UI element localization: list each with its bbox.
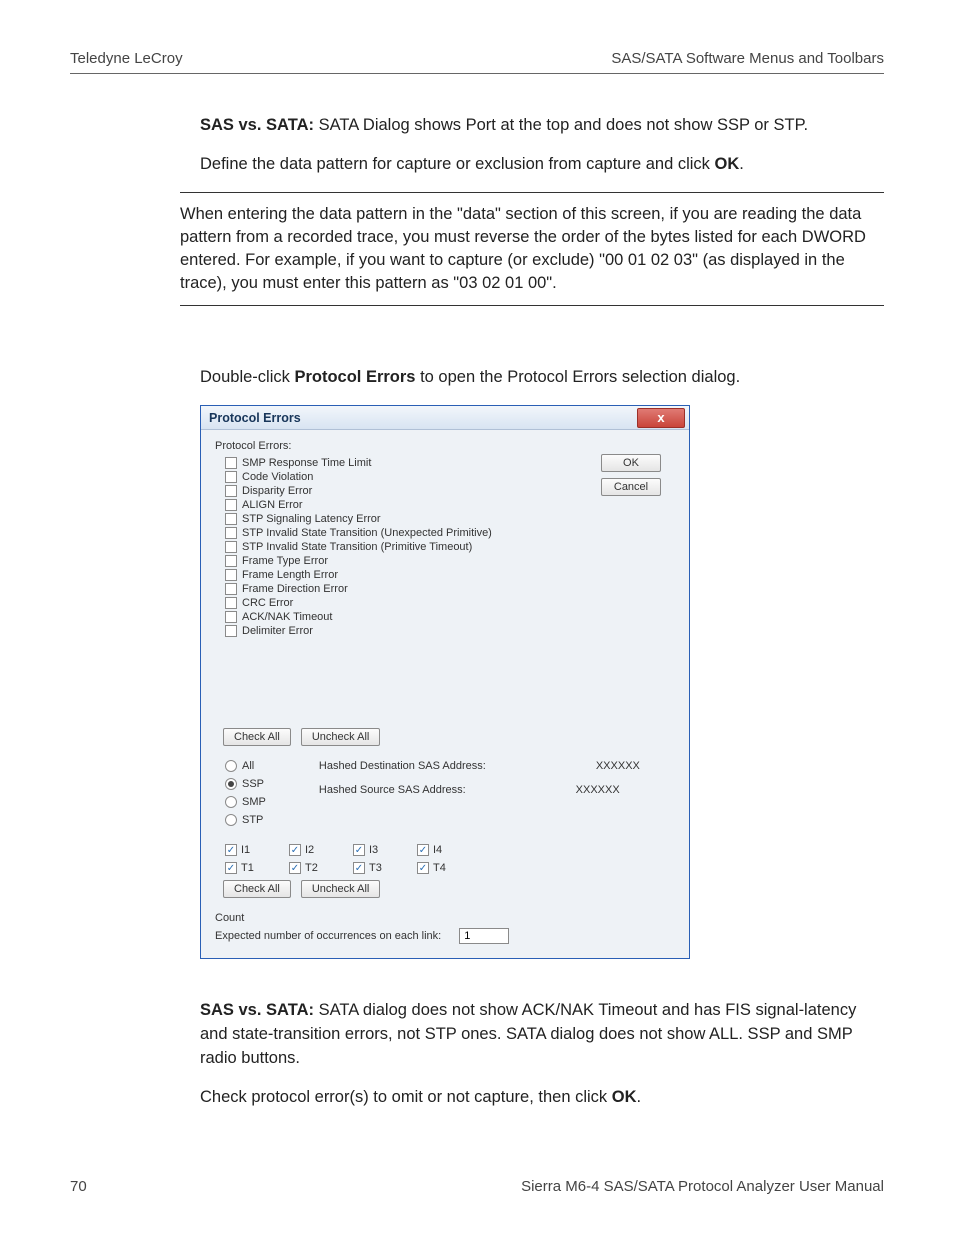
radio-all[interactable] bbox=[225, 760, 237, 772]
error-item: ACK/NAK Timeout bbox=[242, 611, 332, 623]
checkbox[interactable] bbox=[225, 457, 237, 469]
radio-ssp[interactable] bbox=[225, 778, 237, 790]
text: . bbox=[739, 155, 744, 173]
radio-stp[interactable] bbox=[225, 814, 237, 826]
error-item: STP Invalid State Transition (Unexpected… bbox=[242, 527, 492, 539]
footer-title: Sierra M6-4 SAS/SATA Protocol Analyzer U… bbox=[521, 1178, 884, 1195]
checkbox[interactable] bbox=[225, 597, 237, 609]
bold-ok: OK bbox=[612, 1088, 637, 1106]
text: . bbox=[637, 1088, 642, 1106]
checkbox[interactable] bbox=[225, 527, 237, 539]
paragraph-define-pattern: Define the data pattern for capture or e… bbox=[200, 153, 884, 177]
text: Define the data pattern for capture or e… bbox=[200, 155, 715, 173]
ok-button[interactable]: OK bbox=[601, 454, 661, 472]
dialog-titlebar: Protocol Errors x bbox=[201, 406, 689, 430]
count-line-label: Expected number of occurrences on each l… bbox=[215, 930, 441, 942]
count-input[interactable] bbox=[459, 928, 509, 944]
header-left: Teledyne LeCroy bbox=[70, 50, 183, 67]
error-item: Frame Length Error bbox=[242, 569, 338, 581]
radio-label: STP bbox=[242, 814, 263, 826]
checkbox[interactable] bbox=[225, 499, 237, 511]
radio-label: SMP bbox=[242, 796, 266, 808]
radio-label: All bbox=[242, 760, 254, 772]
note-text: When entering the data pattern in the "d… bbox=[180, 203, 884, 295]
page-number: 70 bbox=[70, 1178, 87, 1195]
header-right: SAS/SATA Software Menus and Toolbars bbox=[611, 50, 884, 67]
dialog-title-text: Protocol Errors bbox=[209, 411, 301, 425]
checkbox[interactable] bbox=[225, 513, 237, 525]
checkbox-i3[interactable] bbox=[353, 844, 365, 856]
error-item: Disparity Error bbox=[242, 485, 312, 497]
bold-ok: OK bbox=[715, 155, 740, 173]
hashed-src-value: XXXXXX bbox=[576, 784, 620, 796]
protocol-errors-label: Protocol Errors: bbox=[215, 440, 675, 452]
uncheck-all-button[interactable]: Uncheck All bbox=[301, 728, 380, 746]
text: Double-click bbox=[200, 368, 294, 386]
matrix-label: T4 bbox=[433, 862, 446, 874]
protocol-radio-group: All SSP SMP STP bbox=[225, 760, 266, 826]
bold-protocol-errors: Protocol Errors bbox=[294, 368, 415, 386]
cancel-button[interactable]: Cancel bbox=[601, 478, 661, 496]
matrix-label: I2 bbox=[305, 844, 314, 856]
checkbox-t2[interactable] bbox=[289, 862, 301, 874]
error-item: SMP Response Time Limit bbox=[242, 457, 371, 469]
paragraph-sas-sata-1: SAS vs. SATA: SATA Dialog shows Port at … bbox=[200, 114, 884, 138]
bold-label: SAS vs. SATA: bbox=[200, 116, 314, 134]
checkbox[interactable] bbox=[225, 471, 237, 483]
hashed-dest-value: XXXXXX bbox=[596, 760, 640, 772]
checkbox[interactable] bbox=[225, 583, 237, 595]
page-header: Teledyne LeCroy SAS/SATA Software Menus … bbox=[70, 50, 884, 74]
paragraph-check-errors: Check protocol error(s) to omit or not c… bbox=[200, 1086, 884, 1110]
checkbox[interactable] bbox=[225, 569, 237, 581]
text: SATA Dialog shows Port at the top and do… bbox=[314, 116, 808, 134]
text: Check protocol error(s) to omit or not c… bbox=[200, 1088, 612, 1106]
error-item: STP Invalid State Transition (Primitive … bbox=[242, 541, 472, 553]
uncheck-all-button-2[interactable]: Uncheck All bbox=[301, 880, 380, 898]
close-icon: x bbox=[657, 410, 664, 425]
close-button[interactable]: x bbox=[637, 408, 685, 428]
radio-smp[interactable] bbox=[225, 796, 237, 808]
checkbox[interactable] bbox=[225, 555, 237, 567]
checkbox-i4[interactable] bbox=[417, 844, 429, 856]
error-item: Code Violation bbox=[242, 471, 313, 483]
paragraph-sas-sata-2: SAS vs. SATA: SATA dialog does not show … bbox=[200, 999, 884, 1071]
count-label: Count bbox=[215, 912, 675, 924]
matrix-label: T1 bbox=[241, 862, 254, 874]
checkbox[interactable] bbox=[225, 485, 237, 497]
matrix-label: I1 bbox=[241, 844, 250, 856]
protocol-errors-dialog: Protocol Errors x OK Cancel Protocol Err… bbox=[200, 405, 690, 959]
checkbox-t4[interactable] bbox=[417, 862, 429, 874]
page-footer: 70 Sierra M6-4 SAS/SATA Protocol Analyze… bbox=[70, 1178, 884, 1195]
error-item: Frame Type Error bbox=[242, 555, 328, 567]
error-item: CRC Error bbox=[242, 597, 293, 609]
error-item: Frame Direction Error bbox=[242, 583, 348, 595]
matrix-label: T3 bbox=[369, 862, 382, 874]
matrix-label: I4 bbox=[433, 844, 442, 856]
check-all-button[interactable]: Check All bbox=[223, 728, 291, 746]
bold-label: SAS vs. SATA: bbox=[200, 1001, 314, 1019]
error-item: STP Signaling Latency Error bbox=[242, 513, 381, 525]
link-matrix: I1 I2 I3 I4 T1 T2 T3 T4 bbox=[225, 844, 675, 874]
checkbox-i1[interactable] bbox=[225, 844, 237, 856]
checkbox-i2[interactable] bbox=[289, 844, 301, 856]
hashed-src-label: Hashed Source SAS Address: bbox=[319, 784, 466, 796]
paragraph-doubleclick: Double-click Protocol Errors to open the… bbox=[200, 366, 884, 390]
text: to open the Protocol Errors selection di… bbox=[415, 368, 740, 386]
checkbox[interactable] bbox=[225, 541, 237, 553]
checkbox-t3[interactable] bbox=[353, 862, 365, 874]
checkbox-t1[interactable] bbox=[225, 862, 237, 874]
note-box: When entering the data pattern in the "d… bbox=[180, 192, 884, 306]
matrix-label: I3 bbox=[369, 844, 378, 856]
check-all-button-2[interactable]: Check All bbox=[223, 880, 291, 898]
checkbox[interactable] bbox=[225, 625, 237, 637]
checkbox[interactable] bbox=[225, 611, 237, 623]
error-item: Delimiter Error bbox=[242, 625, 313, 637]
matrix-label: T2 bbox=[305, 862, 318, 874]
hashed-dest-label: Hashed Destination SAS Address: bbox=[319, 760, 486, 772]
error-item: ALIGN Error bbox=[242, 499, 303, 511]
radio-label: SSP bbox=[242, 778, 264, 790]
